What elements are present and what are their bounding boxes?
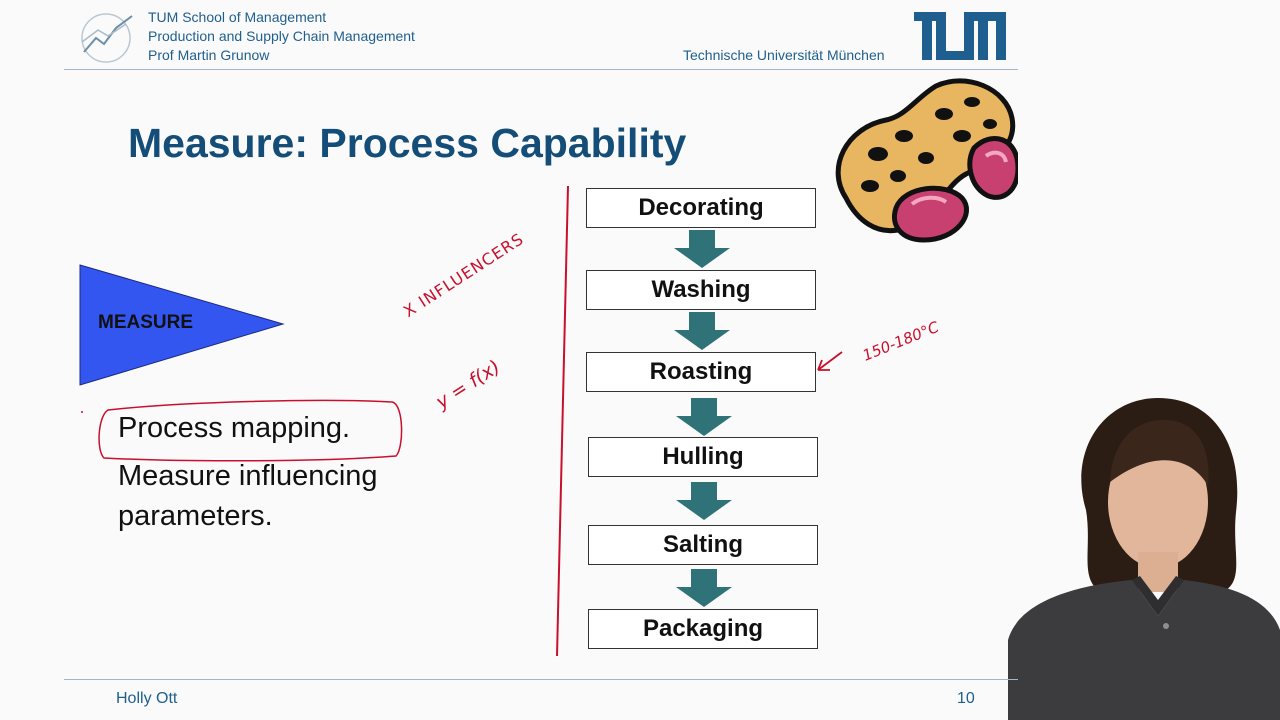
bullet-measure-influencing: Measure influencing [118,460,378,492]
step-salting: Salting [588,525,818,565]
header-university: Technische Universität München [683,47,885,63]
annotation-x-influencers: X INFLUENCERS [400,229,528,321]
annotation-temperature: 150-180°C [860,317,942,365]
down-arrow-icon [676,482,732,520]
measure-label: MEASURE [98,312,194,333]
bullet-parameters: parameters. [118,500,273,532]
step-packaging: Packaging [588,609,818,649]
down-arrow-icon [676,398,732,436]
step-roasting: Roasting [586,352,816,392]
down-arrow-icon [676,569,732,607]
header-divider [64,69,1018,70]
footer-presenter: Holly Ott [116,690,178,707]
tum-logo [914,12,1006,60]
step-hulling: Hulling [588,437,818,477]
peanut-icon [835,78,1018,243]
header-school: TUM School of Management [148,9,327,25]
presenter-video [1008,398,1280,720]
footer-page-number: 10 [957,690,975,707]
chart-logo-icon [81,13,133,63]
header-chair: Production and Supply Chain Management [148,28,415,44]
step-washing: Washing [586,270,816,310]
step-decorating: Decorating [586,188,816,228]
down-arrow-icon [674,312,730,350]
slide-title: Measure: Process Capability [128,120,687,166]
footer-divider [64,679,1018,680]
bullet-process-mapping: Process mapping. [118,412,351,444]
header-professor: Prof Martin Grunow [148,47,270,63]
annotation-formula: y = f(x) [432,355,505,414]
down-arrow-icon [674,230,730,268]
